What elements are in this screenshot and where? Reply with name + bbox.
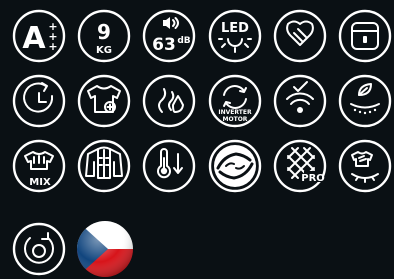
energy-class-icon: A + + + — [12, 9, 66, 63]
door-lock-icon — [338, 9, 392, 63]
noise-level-icon: 63 dB — [142, 9, 196, 63]
inverter-motor-icon: INVERTER MOTOR — [208, 74, 262, 128]
load-value: 9 — [97, 20, 111, 44]
czech-flag-icon — [77, 221, 133, 277]
temperature-down-icon — [142, 139, 196, 193]
mixed-load-icon: MIX — [12, 139, 66, 193]
outdoor-jacket-icon — [77, 139, 131, 193]
steam-refresh-icon — [142, 74, 196, 128]
mix-label: MIX — [29, 177, 51, 188]
noise-value: 63 — [152, 35, 176, 55]
load-capacity-icon: 9 KG — [77, 9, 131, 63]
anti-allergy-shirt-icon — [77, 74, 131, 128]
energy-letter: A — [22, 21, 46, 56]
feature-icon-grid: A + + + 9 KG 63 dB LED INVERTER MOTOR MI… — [12, 9, 392, 277]
hygiene-care-icon — [208, 139, 262, 193]
noise-unit: dB — [177, 36, 190, 46]
gentle-care-hands-icon — [273, 9, 327, 63]
self-clean-icon — [12, 222, 66, 276]
eco-drum-icon — [338, 74, 392, 128]
pro-drum-icon: PRO — [273, 139, 327, 193]
load-unit: KG — [96, 45, 112, 56]
delay-timer-icon — [12, 74, 66, 128]
inverter-line1: INVERTER — [218, 109, 252, 116]
wifi-connect-icon — [273, 74, 327, 128]
energy-plus-3: + — [48, 40, 57, 53]
pro-label: PRO — [301, 173, 325, 184]
quick-wash-icon — [338, 139, 392, 193]
inverter-line2: MOTOR — [223, 116, 248, 123]
speaker-icon — [163, 17, 170, 29]
led-label: LED — [221, 21, 249, 36]
led-display-icon: LED — [208, 9, 262, 63]
